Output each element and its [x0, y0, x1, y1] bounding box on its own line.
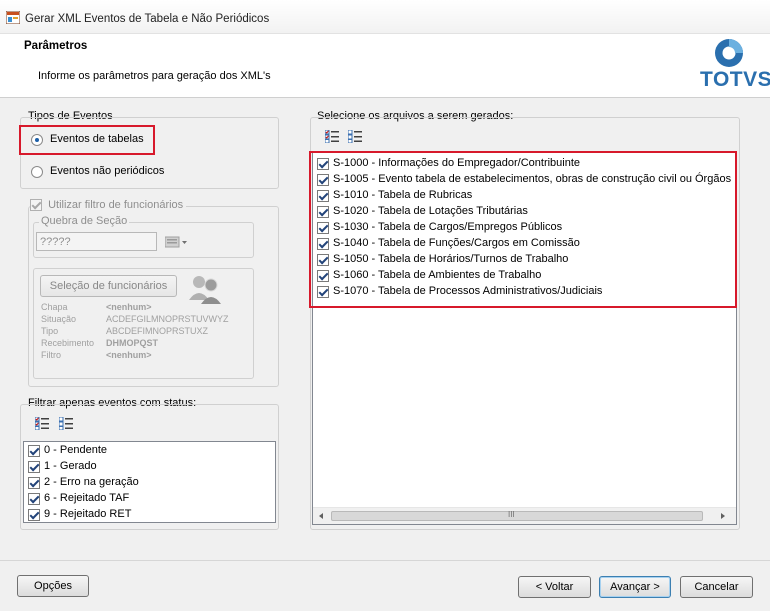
app-window-icon	[6, 11, 20, 24]
employee-filter-check[interactable]	[30, 199, 42, 212]
page-title: Parâmetros	[24, 40, 88, 52]
status-item-rejeitado-ret[interactable]: 9 - Rejeitado RET	[24, 507, 275, 523]
info-label-filtro: Filtro	[41, 350, 61, 360]
uncheck-all-icon[interactable]	[59, 417, 73, 430]
radio-eventos-tabelas[interactable]: Eventos de tabelas	[31, 133, 171, 149]
uncheck-all-files-icon[interactable]	[348, 130, 362, 143]
totvs-logo-text: TOTVS	[700, 68, 770, 91]
highlight-box-files	[309, 151, 737, 308]
radio-button-off[interactable]	[31, 166, 43, 178]
radio-eventos-nao-periodicos[interactable]: Eventos não periódicos	[31, 165, 181, 181]
status-checkbox[interactable]	[28, 445, 40, 457]
status-checkbox[interactable]	[28, 477, 40, 489]
radio-eventos-tabelas-label: Eventos de tabelas	[50, 133, 144, 145]
status-item-label: 1 - Gerado	[44, 460, 97, 472]
radio-button-on[interactable]	[31, 134, 43, 146]
info-label-recebimento: Recebimento	[41, 338, 95, 348]
back-button[interactable]: < Voltar	[518, 576, 591, 598]
info-label-chapa: Chapa	[41, 302, 68, 312]
status-item-pendente[interactable]: 0 - Pendente	[24, 443, 275, 459]
status-item-label: 2 - Erro na geração	[44, 476, 139, 488]
status-item-label: 9 - Rejeitado RET	[44, 508, 132, 520]
scroll-grip: III	[508, 510, 515, 519]
employee-filter-checkbox[interactable]: Utilizar filtro de funcionários	[30, 199, 187, 213]
section-break-label: Quebra de Seção	[39, 215, 130, 227]
employee-filter-label: Utilizar filtro de funcionários	[48, 199, 184, 211]
status-item-rejeitado-taf[interactable]: 6 - Rejeitado TAF	[24, 491, 275, 507]
status-checkbox[interactable]	[28, 509, 40, 521]
wizard-header	[0, 34, 770, 98]
status-checkbox[interactable]	[28, 461, 40, 473]
info-value-filtro: <nenhum>	[106, 350, 152, 360]
scroll-left-icon[interactable]	[319, 513, 323, 519]
check-all-files-icon[interactable]	[325, 130, 339, 143]
status-listbox[interactable]: 0 - Pendente 1 - Gerado 2 - Erro na gera…	[23, 441, 276, 523]
users-group-icon	[189, 276, 221, 304]
totvs-logo-icon	[715, 39, 743, 67]
status-item-erro[interactable]: 2 - Erro na geração	[24, 475, 275, 491]
next-button[interactable]: Avançar >	[599, 576, 671, 598]
check-all-icon[interactable]	[35, 417, 49, 430]
files-horizontal-scrollbar[interactable]: III	[313, 507, 736, 524]
cancel-button[interactable]: Cancelar	[680, 576, 753, 598]
radio-eventos-nao-periodicos-label: Eventos não periódicos	[50, 165, 165, 177]
info-value-recebimento: DHMOPQST	[106, 338, 159, 348]
info-value-chapa: <nenhum>	[106, 302, 152, 312]
status-item-label: 0 - Pendente	[44, 444, 107, 456]
section-break-value: ?????	[40, 236, 71, 248]
title-bar: Gerar XML Eventos de Tabela e Não Periód…	[0, 0, 770, 34]
employee-selection-button[interactable]: Seleção de funcionários	[40, 275, 177, 297]
info-label-tipo: Tipo	[41, 326, 59, 336]
page-subtitle: Informe os parâmetros para geração dos X…	[38, 70, 271, 82]
status-item-gerado[interactable]: 1 - Gerado	[24, 459, 275, 475]
window-title: Gerar XML Eventos de Tabela e Não Periód…	[25, 13, 270, 25]
info-value-tipo: ABCDEFIMNOPRSTUXZ	[106, 326, 209, 336]
info-label-situacao: Situação	[41, 314, 77, 324]
section-picker-icon[interactable]	[165, 236, 189, 248]
info-value-situacao: ACDEFGILMNOPRSTUVWYZ	[106, 314, 229, 324]
scroll-right-icon[interactable]	[721, 513, 725, 519]
status-checkbox[interactable]	[28, 493, 40, 505]
scrollbar-thumb[interactable]: III	[331, 510, 703, 521]
section-break-input[interactable]: ?????	[36, 232, 157, 251]
options-button[interactable]: Opções	[17, 575, 89, 597]
status-item-label: 6 - Rejeitado TAF	[44, 492, 130, 504]
